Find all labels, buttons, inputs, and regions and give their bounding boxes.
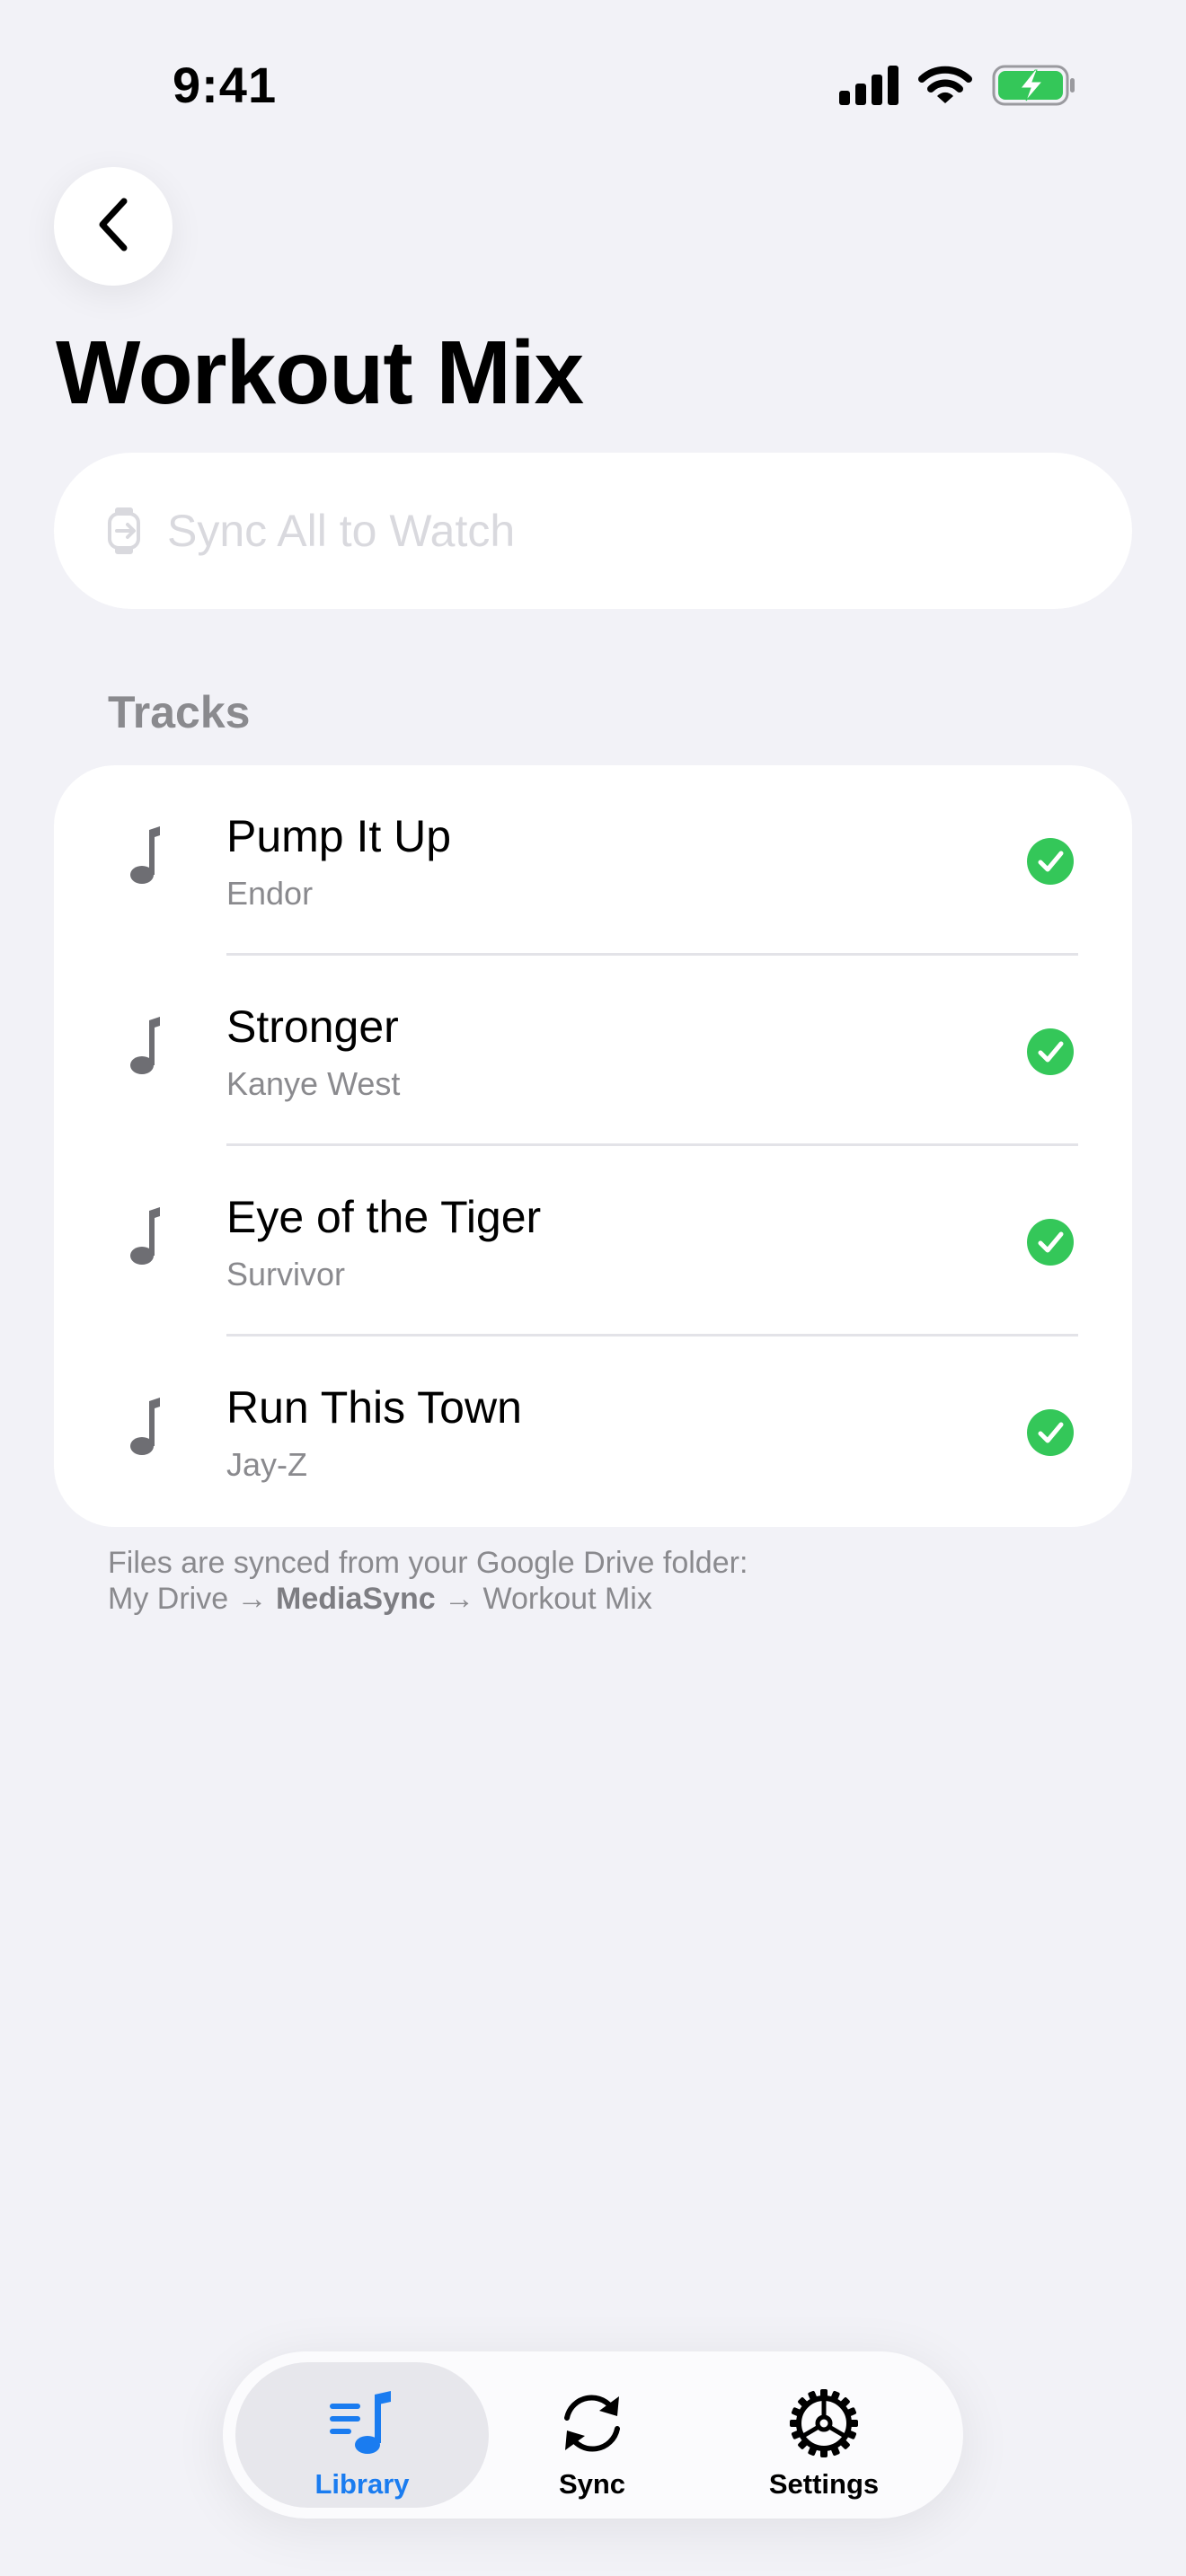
path-prefix: My Drive → xyxy=(108,1582,268,1616)
synced-check-icon xyxy=(1026,1028,1075,1081)
sync-all-label: Sync All to Watch xyxy=(167,506,516,556)
music-library-icon xyxy=(328,2389,396,2457)
back-button[interactable] xyxy=(54,167,173,286)
tracks-section-header: Tracks xyxy=(108,687,251,737)
track-row[interactable]: Eye of the Tiger Survivor xyxy=(54,1146,1132,1337)
tracks-list: Pump It Up Endor Stronger Kanye West Eye… xyxy=(54,765,1132,1527)
tab-sync[interactable]: Sync xyxy=(492,2362,692,2508)
tab-library[interactable]: Library xyxy=(235,2362,489,2508)
synced-check-icon xyxy=(1026,1218,1075,1271)
sync-arrows-icon xyxy=(554,2389,630,2457)
music-note-icon xyxy=(128,1205,167,1273)
path-suffix: → Workout Mix xyxy=(444,1582,652,1616)
synced-check-icon xyxy=(1026,837,1075,890)
watch-sync-icon xyxy=(106,506,151,556)
track-title: Pump It Up xyxy=(226,811,452,861)
music-note-icon xyxy=(128,825,167,892)
track-row[interactable]: Run This Town Jay-Z xyxy=(54,1337,1132,1527)
tab-library-label: Library xyxy=(314,2468,410,2500)
wifi-icon xyxy=(918,66,972,110)
path-folder: MediaSync xyxy=(276,1582,436,1616)
track-row[interactable]: Pump It Up Endor xyxy=(54,765,1132,956)
tab-bar: Library Sync Settings xyxy=(223,2351,963,2519)
track-artist: Kanye West xyxy=(226,1065,401,1102)
synced-check-icon xyxy=(1026,1408,1075,1461)
track-title: Eye of the Tiger xyxy=(226,1192,542,1242)
sync-source-path: My Drive → MediaSync → Workout Mix xyxy=(108,1581,748,1617)
track-artist: Endor xyxy=(226,875,314,912)
music-note-icon xyxy=(128,1396,167,1463)
sync-all-button[interactable]: Sync All to Watch xyxy=(54,453,1132,609)
track-title: Run This Town xyxy=(226,1382,522,1433)
track-artist: Survivor xyxy=(226,1256,346,1292)
tab-settings[interactable]: Settings xyxy=(697,2362,951,2508)
chevron-left-icon xyxy=(95,196,131,258)
sync-source-note: Files are synced from your Google Drive … xyxy=(108,1545,748,1617)
status-time: 9:41 xyxy=(173,57,278,113)
sync-source-line: Files are synced from your Google Drive … xyxy=(108,1546,748,1580)
track-artist: Jay-Z xyxy=(226,1446,307,1483)
cellular-signal-icon xyxy=(839,66,898,110)
track-row[interactable]: Stronger Kanye West xyxy=(54,956,1132,1146)
page-title: Workout Mix xyxy=(56,322,584,423)
music-note-icon xyxy=(128,1015,167,1082)
track-title: Stronger xyxy=(226,1001,399,1052)
gear-icon xyxy=(789,2389,859,2457)
battery-charging-icon xyxy=(992,65,1076,110)
status-icons xyxy=(839,65,1076,110)
tab-sync-label: Sync xyxy=(558,2468,626,2500)
tab-settings-label: Settings xyxy=(768,2468,880,2500)
